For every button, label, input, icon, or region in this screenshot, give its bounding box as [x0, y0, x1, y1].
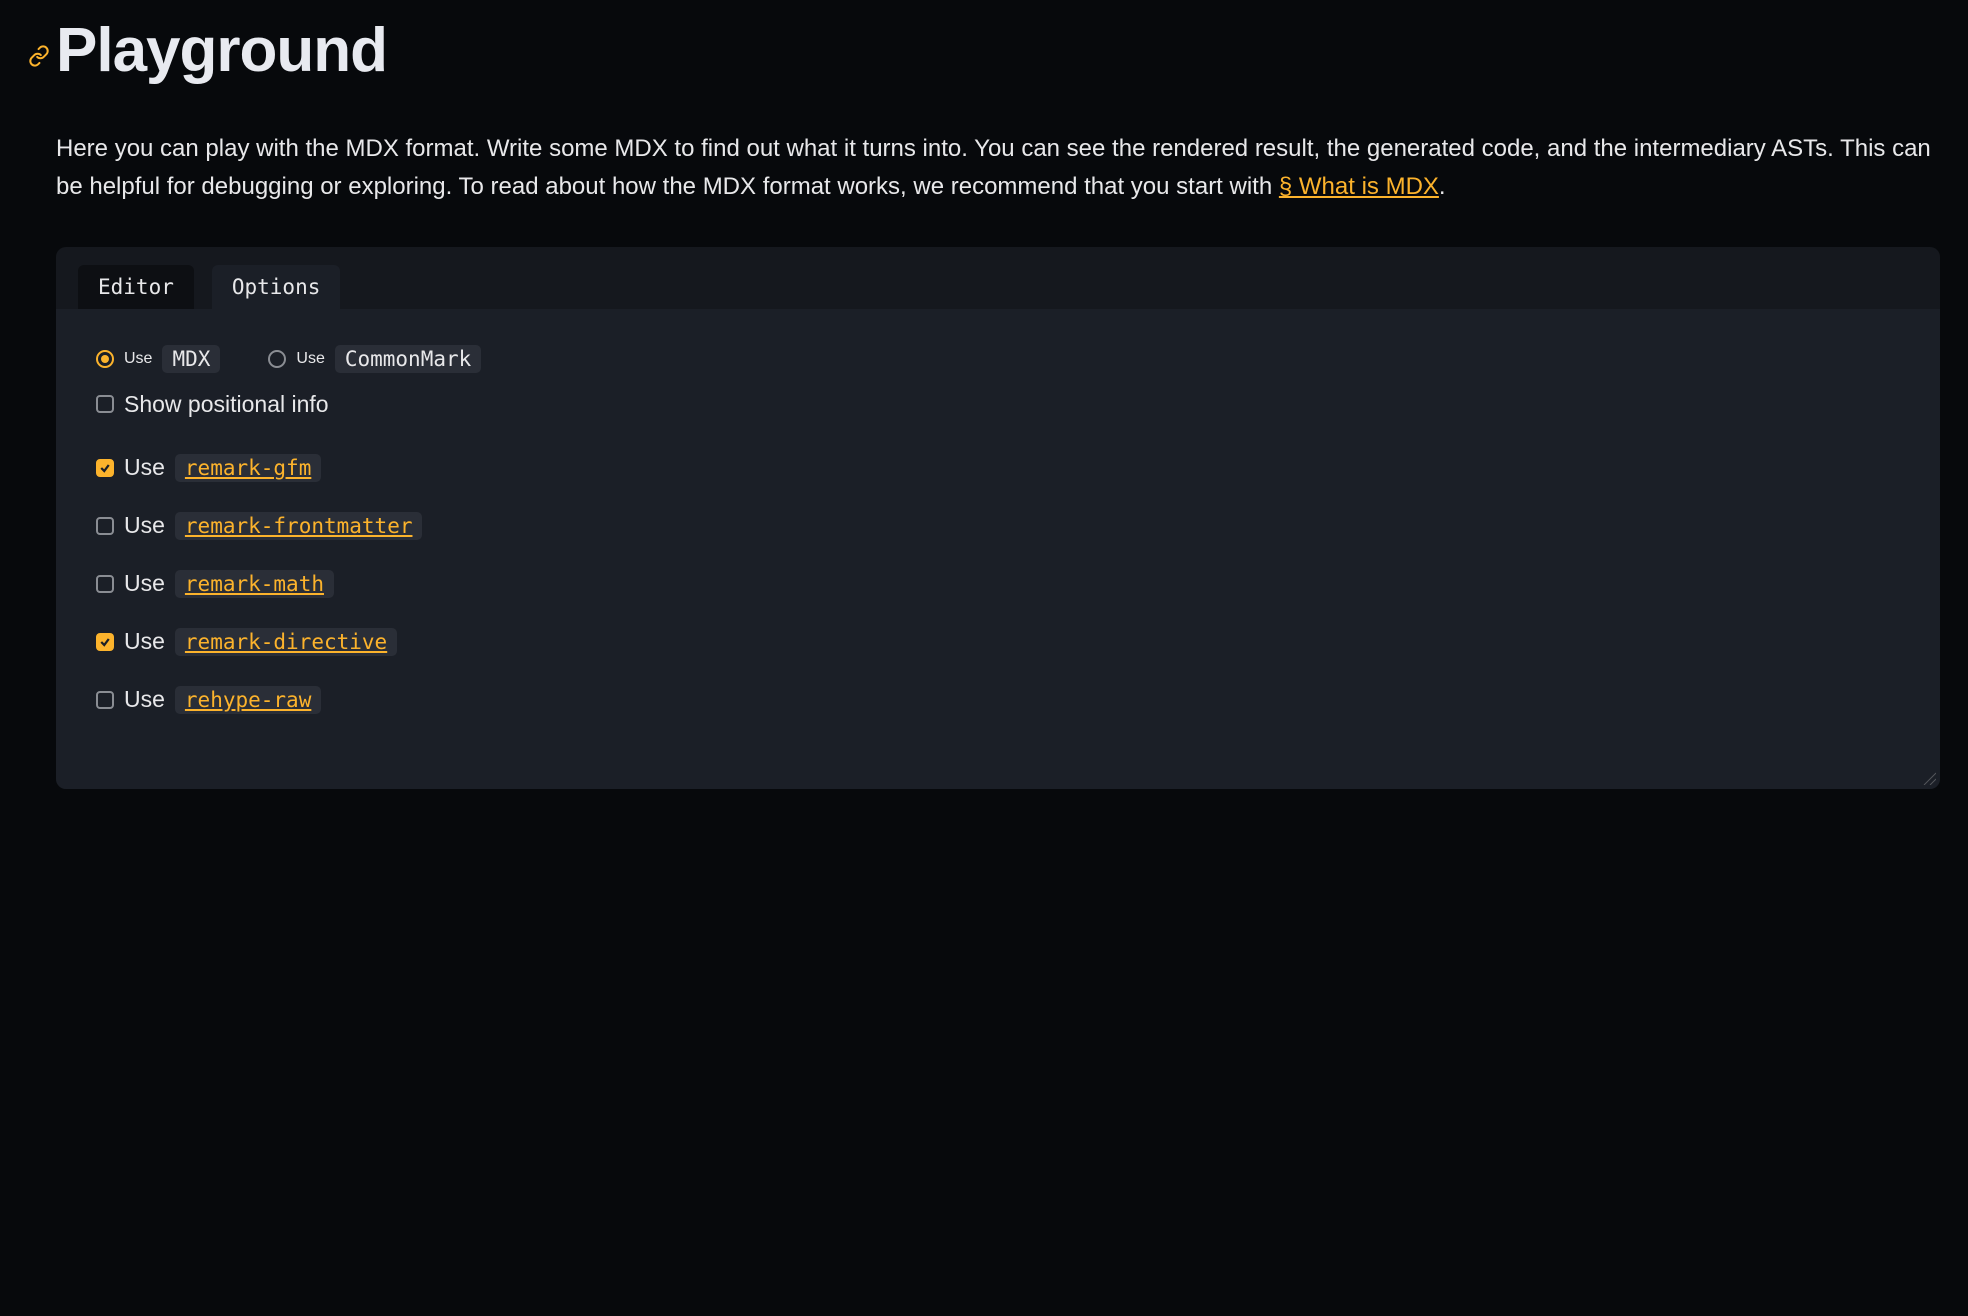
use-label: Use [124, 570, 165, 597]
playground-panel: Editor Options Use MDX Use CommonMark Sh… [56, 247, 1940, 789]
page-title: Playground [56, 20, 387, 82]
plugin-remark-gfm-link[interactable]: remark-gfm [175, 454, 321, 482]
radio-icon [268, 350, 286, 368]
plugin-remark-math-option[interactable]: Use remark-math [96, 570, 334, 598]
tab-bar: Editor Options [56, 247, 1940, 309]
use-label: Use [124, 686, 165, 713]
what-is-mdx-link[interactable]: § What is MDX [1279, 173, 1439, 200]
checkbox-icon [96, 691, 114, 709]
checkbox-icon [96, 575, 114, 593]
show-positional-label: Show positional info [124, 391, 329, 418]
format-mdx-option[interactable]: Use MDX [96, 345, 220, 373]
plugin-remark-frontmatter-link[interactable]: remark-frontmatter [175, 512, 423, 540]
use-label: Use [124, 512, 165, 539]
resize-handle-icon[interactable] [1920, 769, 1936, 785]
use-label: Use [296, 350, 324, 368]
plugin-remark-directive-link[interactable]: remark-directive [175, 628, 397, 656]
use-label: Use [124, 628, 165, 655]
use-label: Use [124, 350, 152, 368]
tab-editor[interactable]: Editor [78, 265, 194, 309]
options-panel-body: Use MDX Use CommonMark Show positional i… [56, 309, 1940, 789]
use-label: Use [124, 454, 165, 481]
permalink-icon[interactable] [28, 45, 50, 67]
plugin-rehype-raw-link[interactable]: rehype-raw [175, 686, 321, 714]
plugin-remark-directive-option[interactable]: Use remark-directive [96, 628, 397, 656]
checkbox-icon [96, 517, 114, 535]
show-positional-option[interactable]: Show positional info [96, 391, 329, 418]
plugin-rehype-raw-option[interactable]: Use rehype-raw [96, 686, 321, 714]
tab-options[interactable]: Options [212, 265, 341, 309]
checkbox-icon [96, 459, 114, 477]
plugin-remark-frontmatter-option[interactable]: Use remark-frontmatter [96, 512, 422, 540]
format-mdx-chip: MDX [162, 345, 220, 373]
intro-text-1: Here you can play with the MDX format. W… [56, 135, 1931, 200]
checkbox-icon [96, 633, 114, 651]
radio-icon [96, 350, 114, 368]
format-commonmark-option[interactable]: Use CommonMark [268, 345, 481, 373]
plugin-remark-gfm-option[interactable]: Use remark-gfm [96, 454, 321, 482]
checkbox-icon [96, 395, 114, 413]
intro-paragraph: Here you can play with the MDX format. W… [28, 130, 1940, 207]
plugin-remark-math-link[interactable]: remark-math [175, 570, 334, 598]
intro-text-2: . [1439, 173, 1446, 200]
format-commonmark-chip: CommonMark [335, 345, 481, 373]
